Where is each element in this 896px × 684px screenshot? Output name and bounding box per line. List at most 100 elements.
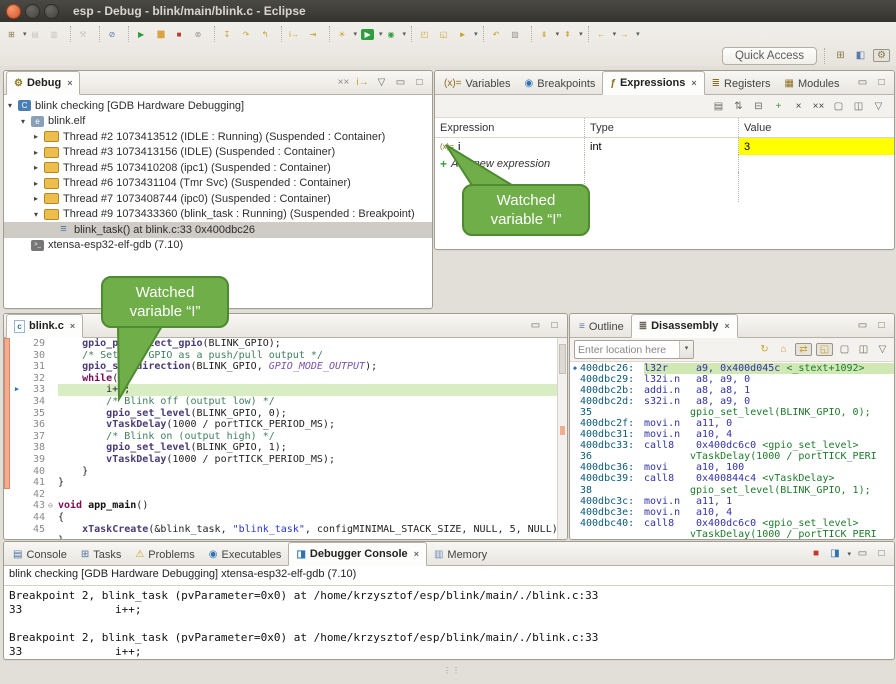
window-close-button[interactable] <box>6 4 21 19</box>
disassembly-line[interactable]: 400dbc36:movia10, 100 <box>570 462 894 473</box>
debug-tree-item[interactable]: ≡blink_task() at blink.c:33 0x400dbc26 <box>4 222 432 238</box>
right-tab-registers[interactable]: ≣Registers <box>705 73 778 94</box>
editor-line[interactable]: 35 gpio_set_level(BLINK_GPIO, 0); <box>11 408 567 420</box>
show-type-names-icon[interactable]: ▤ <box>711 101 726 112</box>
back-dropdown-arrow[interactable]: ▾ <box>613 30 617 38</box>
suspend-button[interactable]: ▮▮ <box>153 24 172 44</box>
new-view-icon[interactable]: ▢ <box>831 101 846 112</box>
minimize-icon[interactable]: ▭ <box>393 77 408 88</box>
remove-selected-expressions-icon[interactable]: × <box>791 101 806 112</box>
window-minimize-button[interactable] <box>25 4 40 19</box>
cpp-perspective-icon[interactable]: ◧ <box>853 50 868 61</box>
collapse-all-icon[interactable]: ⊟ <box>751 101 766 112</box>
editor-line[interactable]: 37 /* Blink on (output high) */ <box>11 431 567 443</box>
disassembly-line[interactable]: 400dbc31:movi.na10, 4 <box>570 429 894 440</box>
disconnect-button[interactable]: ⊗ <box>191 24 210 44</box>
expand-arrow-icon[interactable]: ▸ <box>34 194 44 203</box>
disassembly-line[interactable]: 400dbc39:call80x400844c4 <vTaskDelay> <box>570 473 894 484</box>
disassembly-tab-outline[interactable]: ≡Outline <box>572 316 631 337</box>
overview-ruler[interactable] <box>557 338 567 539</box>
new-wizard-button[interactable]: ⊞▾ <box>4 24 28 44</box>
editor-line[interactable]: 44{ <box>11 512 567 524</box>
editor-line[interactable]: 31 gpio_set_direction(BLINK_GPIO, GPIO_M… <box>11 361 567 373</box>
debug-tree-item[interactable]: ▸Thread #2 1073413512 (IDLE : Running) (… <box>4 129 432 145</box>
run-button[interactable]: ▶▾ <box>358 24 384 44</box>
step-return-button[interactable]: ↰ <box>258 24 277 44</box>
console-tab-console[interactable]: ▤Console <box>6 544 74 565</box>
close-tab-icon[interactable]: × <box>724 321 729 331</box>
forward-dropdown-arrow[interactable]: ▾ <box>636 30 640 38</box>
terminate-button[interactable]: ■ <box>172 24 191 44</box>
pin-view-icon[interactable]: ◫ <box>851 101 866 112</box>
resume-button[interactable]: ▶ <box>134 24 153 44</box>
maximize-icon[interactable]: □ <box>874 77 889 88</box>
column-header-type[interactable]: Type <box>585 118 739 137</box>
line-number[interactable]: 36 <box>23 419 48 431</box>
debug-tree-item[interactable]: ▸Thread #6 1073431104 (Tmr Svc) (Suspend… <box>4 176 432 192</box>
editor-line[interactable]: 45 xTaskCreate(&blink_task, "blink_task"… <box>11 524 567 536</box>
debug-tree-item[interactable]: ▸Thread #3 1073413156 (IDLE) (Suspended … <box>4 145 432 161</box>
disassembly-line[interactable]: 400dbc29:l32i.na8, a9, 0 <box>570 374 894 385</box>
line-number[interactable]: 32 <box>23 373 48 385</box>
disassembly-line[interactable]: 36vTaskDelay(1000 / portTICK_PERI <box>570 451 894 462</box>
run-external-dropdown-arrow[interactable]: ▾ <box>403 30 407 38</box>
use-step-filters-button[interactable]: ⇥ <box>306 24 325 44</box>
create-new-expression-icon[interactable]: + <box>771 101 786 112</box>
debug-tree-item[interactable]: ▾Thread #9 1073433360 (blink_task : Runn… <box>4 207 432 223</box>
open-type-button[interactable]: ◰ <box>417 24 436 44</box>
right-tab-variables[interactable]: (x)=Variables <box>437 73 518 94</box>
minimize-icon[interactable]: ▭ <box>855 77 870 88</box>
external-tools-dropdown-arrow[interactable]: ▾ <box>474 30 478 38</box>
editor-line[interactable]: 39 vTaskDelay(1000 / portTICK_PERIOD_MS)… <box>11 454 567 466</box>
add-new-expression-row[interactable]: + Add new expression <box>435 155 894 172</box>
debug-tab-debug[interactable]: ⚙Debug× <box>6 71 80 95</box>
code-editor[interactable]: 29 gpio_pad_select_gpio(BLINK_GPIO);30 /… <box>4 338 567 539</box>
editor-line[interactable]: 40 } <box>11 466 567 478</box>
line-number[interactable]: 35 <box>23 408 48 420</box>
line-number[interactable]: 43 <box>23 500 48 512</box>
window-maximize-button[interactable] <box>44 4 59 19</box>
console-tab-executables[interactable]: ◉Executables <box>202 544 289 565</box>
maximize-icon[interactable]: □ <box>412 77 427 88</box>
debug-config-button[interactable]: ☀▾ <box>335 24 359 44</box>
line-number[interactable]: 45 <box>23 524 48 536</box>
run-external-button[interactable]: ◉▾ <box>384 24 408 44</box>
close-tab-icon[interactable]: × <box>414 549 419 559</box>
view-menu-icon[interactable]: ▽ <box>875 344 890 355</box>
disassembly-line[interactable]: 400dbc33:call80x400dc6c0 <gpio_set_level… <box>570 440 894 451</box>
show-logical-structure-icon[interactable]: ⇅ <box>731 101 746 112</box>
last-edit-location-button[interactable]: ↶ <box>489 24 508 44</box>
editor-line[interactable]: 36 vTaskDelay(1000 / portTICK_PERIOD_MS)… <box>11 419 567 431</box>
disassembly-line[interactable]: 400dbc3e:movi.na10, 4 <box>570 507 894 518</box>
expand-arrow-icon[interactable]: ▾ <box>34 210 44 219</box>
location-combo[interactable]: Enter location here ▾ <box>574 340 694 359</box>
view-menu-icon[interactable]: ▽ <box>374 77 389 88</box>
debug-tree-item[interactable]: >_xtensa-esp32-elf-gdb (7.10) <box>4 238 432 254</box>
show-source-icon[interactable]: ◱ <box>816 343 833 356</box>
save-all-button[interactable]: ▥ <box>47 24 66 44</box>
previous-annotation-button[interactable]: ⇞▾ <box>560 24 584 44</box>
instruction-stepping-button[interactable]: i→ <box>287 24 306 44</box>
pin-editor-button[interactable]: ▨ <box>508 24 527 44</box>
next-annotation-dropdown-arrow[interactable]: ▾ <box>556 30 560 38</box>
debug-tree-item[interactable]: ▾eblink.elf <box>4 114 432 130</box>
line-number[interactable]: 42 <box>23 489 48 501</box>
editor-line[interactable]: 30 /* Set the GPIO as a push/pull output… <box>11 350 567 362</box>
editor-line[interactable]: 42 <box>11 489 567 501</box>
open-resource-button[interactable]: ◱ <box>436 24 455 44</box>
disassembly-line[interactable]: 400dbc3c:movi.na11, 1 <box>570 496 894 507</box>
console-tab-problems[interactable]: ⚠Problems <box>128 544 201 565</box>
expression-row[interactable]: (x)=iint3 <box>435 138 894 155</box>
editor-line[interactable]: 41} <box>11 477 567 489</box>
column-header-expression[interactable]: Expression <box>435 118 585 137</box>
disassembly-line[interactable]: 38gpio_set_level(BLINK_GPIO, 1); <box>570 485 894 496</box>
disassembly-line[interactable]: 400dbc40:call80x400dc6c0 <gpio_set_level… <box>570 518 894 529</box>
line-number[interactable] <box>23 535 48 539</box>
expand-arrow-icon[interactable]: ▾ <box>21 117 31 126</box>
close-tab-icon[interactable]: × <box>67 78 72 88</box>
line-number[interactable]: 37 <box>23 431 48 443</box>
line-number[interactable]: 30 <box>23 350 48 362</box>
combo-dropdown-icon[interactable]: ▾ <box>679 341 693 358</box>
new-wizard-dropdown-arrow[interactable]: ▾ <box>23 30 27 38</box>
debug-tree-item[interactable]: ▾Cblink checking [GDB Hardware Debugging… <box>4 98 432 114</box>
